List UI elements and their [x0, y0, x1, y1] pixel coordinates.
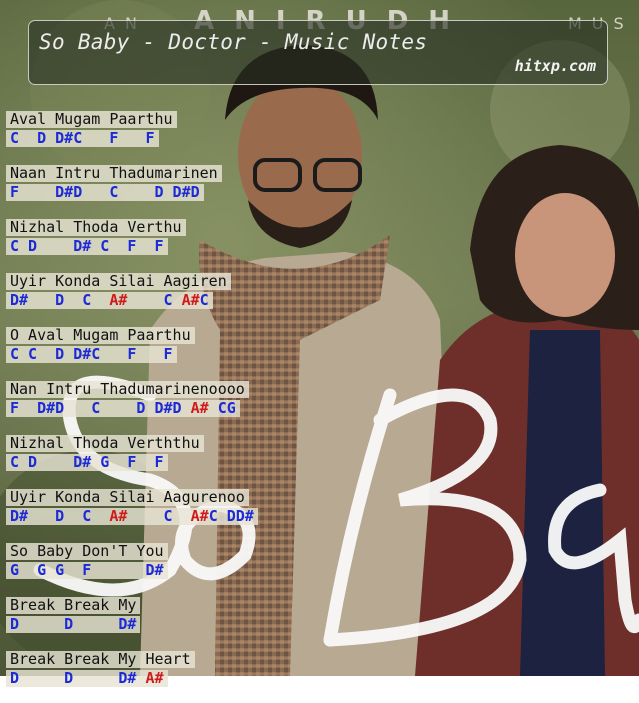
list-item: Break Break My Heart D D D# A#: [6, 649, 258, 703]
notes-line: G G G F D#: [6, 562, 168, 579]
lyric-line: O Aval Mugam Paarthu: [6, 327, 195, 344]
notes-line: C D D# C F F: [6, 238, 168, 255]
lyric-line: Nizhal Thoda Verthu: [6, 219, 186, 236]
notes-line: D# D C A# C A#C: [6, 292, 213, 309]
lyric-line: Uyir Konda Silai Aagiren: [6, 273, 231, 290]
notes-line: C C D D#C F F: [6, 346, 177, 363]
list-item: Nizhal Thoda Verthu C D D# C F F: [6, 217, 258, 271]
sharp-note: A#: [190, 507, 209, 525]
sharp-note: A#: [109, 291, 128, 309]
notes-line: F D#D C D D#D A# CG: [6, 400, 240, 417]
notes-line: C D D# G F F: [6, 454, 168, 471]
sharp-note: A#: [109, 507, 128, 525]
list-item: Uyir Konda Silai Aagurenoo D# D C A# C A…: [6, 487, 258, 541]
sharp-note: A#: [181, 291, 200, 309]
lyric-line: Nan Intru Thadumarinenoooo: [6, 381, 249, 398]
list-item: Nizhal Thoda Verththu C D D# G F F: [6, 433, 258, 487]
sharp-note: A#: [190, 399, 209, 417]
list-item: Break Break My D D D#: [6, 595, 258, 649]
lyric-line: Break Break My Heart: [6, 651, 195, 668]
list-item: Naan Intru Thadumarinen F D#D C D D#D: [6, 163, 258, 217]
list-item: So Baby Don'T You G G G F D#: [6, 541, 258, 595]
notes-list: Aval Mugam Paarthu C D D#C F F Naan Intr…: [6, 109, 258, 703]
lyric-line: Aval Mugam Paarthu: [6, 111, 177, 128]
page-title: So Baby - Doctor - Music Notes: [39, 30, 428, 54]
lyric-line: So Baby Don'T You: [6, 543, 168, 560]
sharp-note: A#: [145, 669, 164, 687]
site-watermark: hitxp.com: [514, 57, 596, 75]
notes-line: F D#D C D D#D: [6, 184, 204, 201]
notes-line: D# D C A# C A#C DD#: [6, 508, 258, 525]
notes-line: C D D#C F F: [6, 130, 159, 147]
list-item: O Aval Mugam Paarthu C C D D#C F F: [6, 325, 258, 379]
lyric-line: Naan Intru Thadumarinen: [6, 165, 222, 182]
list-item: Uyir Konda Silai Aagiren D# D C A# C A#C: [6, 271, 258, 325]
title-panel: So Baby - Doctor - Music Notes hitxp.com: [28, 20, 608, 85]
lyric-line: Uyir Konda Silai Aagurenoo: [6, 489, 249, 506]
list-item: Nan Intru Thadumarinenoooo F D#D C D D#D…: [6, 379, 258, 433]
lyric-line: Break Break My: [6, 597, 141, 614]
lyric-line: Nizhal Thoda Verththu: [6, 435, 204, 452]
notes-line: D D D# A#: [6, 670, 168, 687]
notes-line: D D D#: [6, 616, 141, 633]
list-item: Aval Mugam Paarthu C D D#C F F: [6, 109, 258, 163]
